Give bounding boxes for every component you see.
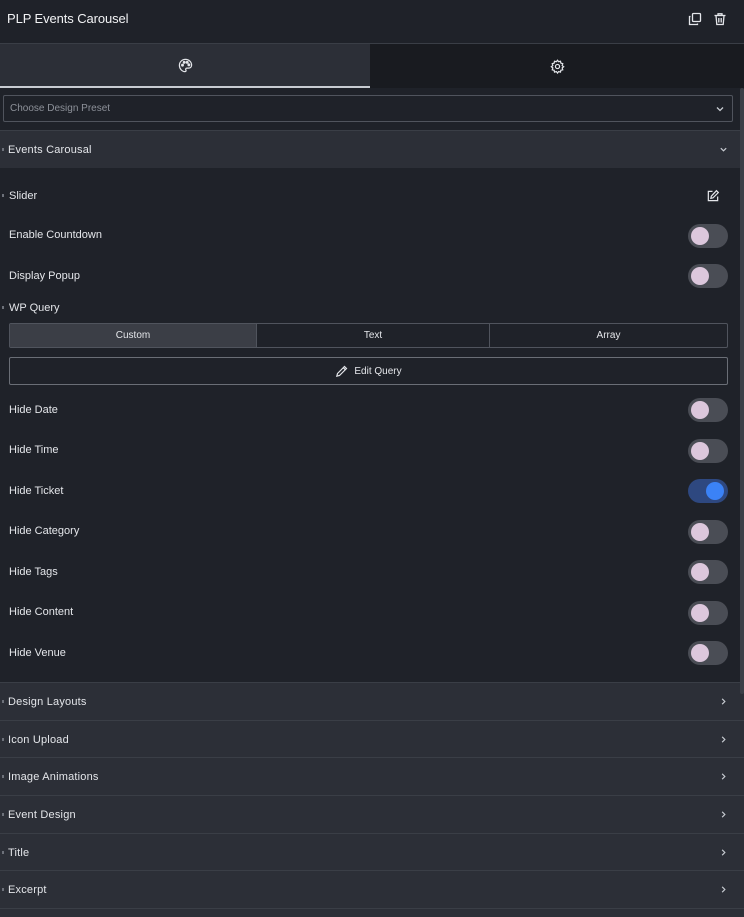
- toggle-knob: [691, 523, 709, 541]
- chevron-right-icon: [721, 773, 726, 780]
- toggle-label: Enable Countdown: [9, 229, 102, 241]
- section-label: Icon Upload: [8, 734, 69, 746]
- hide-category-toggle[interactable]: [688, 520, 728, 544]
- toggle-label: Display Popup: [9, 270, 80, 282]
- toggle-knob: [706, 482, 724, 500]
- section-label: Events Carousal: [8, 144, 92, 156]
- slider-label: Slider: [9, 190, 38, 202]
- section-design-layouts[interactable]: Design Layouts: [0, 682, 744, 720]
- panel-title: PLP Events Carousel: [7, 11, 129, 26]
- copy-icon[interactable]: [688, 12, 704, 28]
- gear-icon: [549, 58, 565, 74]
- section-marker: [2, 738, 4, 741]
- design-preset-select[interactable]: Choose Design Preset: [3, 95, 733, 122]
- section-marker: [2, 700, 4, 703]
- section-marker: [2, 851, 4, 854]
- palette-icon: [178, 58, 192, 72]
- hide-ticket-toggle[interactable]: [688, 479, 728, 503]
- query-mode-custom[interactable]: Custom: [10, 324, 257, 347]
- section-marker: [2, 775, 4, 778]
- display-popup-toggle[interactable]: [688, 264, 728, 288]
- hide-tags-toggle[interactable]: [688, 560, 728, 584]
- tab-style[interactable]: [0, 44, 370, 88]
- hide-date-toggle[interactable]: [688, 398, 728, 422]
- query-mode-segmented: Custom Text Array: [9, 323, 728, 348]
- toggle-label: Hide Venue: [9, 647, 66, 659]
- trash-icon[interactable]: [713, 12, 729, 28]
- toggle-knob: [691, 227, 709, 245]
- design-preset-placeholder: Choose Design Preset: [10, 103, 111, 114]
- pencil-icon: [336, 365, 348, 377]
- section-marker: [2, 813, 4, 816]
- chevron-down-icon: [716, 107, 724, 112]
- row-marker: [2, 306, 4, 309]
- toggle-knob: [691, 442, 709, 460]
- section-image-animations[interactable]: Image Animations: [0, 757, 744, 795]
- section-events-carousal[interactable]: Events Carousal: [0, 130, 744, 168]
- section-event-design[interactable]: Event Design: [0, 795, 744, 833]
- row-marker: [2, 194, 4, 197]
- section-excerpt[interactable]: Excerpt: [0, 870, 744, 908]
- chevron-down-icon: [720, 147, 727, 152]
- chevron-right-icon: [721, 736, 726, 743]
- section-label: Event Design: [8, 809, 76, 821]
- edit-slider-icon[interactable]: [706, 189, 721, 204]
- toggle-knob: [691, 563, 709, 581]
- panel-tabs: [0, 44, 744, 88]
- hide-time-toggle[interactable]: [688, 439, 728, 463]
- chevron-right-icon: [721, 698, 726, 705]
- toggle-knob: [691, 604, 709, 622]
- edit-query-label: Edit Query: [354, 365, 402, 377]
- toggle-label: Hide Content: [9, 606, 74, 618]
- query-mode-array[interactable]: Array: [490, 324, 727, 347]
- section-title[interactable]: Title: [0, 833, 744, 871]
- panel-header: PLP Events Carousel: [0, 0, 744, 44]
- section-label: Image Animations: [8, 771, 99, 783]
- chevron-right-icon: [721, 811, 726, 818]
- enable-countdown-toggle[interactable]: [688, 224, 728, 248]
- toggle-label: Hide Ticket: [9, 485, 64, 497]
- query-mode-text[interactable]: Text: [257, 324, 490, 347]
- toggle-knob: [691, 644, 709, 662]
- toggle-label: Hide Date: [9, 404, 58, 416]
- section-label: Title: [8, 847, 30, 859]
- panel-scrollbar[interactable]: [740, 88, 744, 694]
- chevron-right-icon: [721, 886, 726, 893]
- chevron-right-icon: [721, 849, 726, 856]
- section-label: Design Layouts: [8, 696, 87, 708]
- section-label: Excerpt: [8, 884, 47, 896]
- toggle-knob: [691, 267, 709, 285]
- toggle-label: Hide Category: [9, 525, 80, 537]
- toggle-knob: [691, 401, 709, 419]
- toggle-label: Hide Time: [9, 444, 59, 456]
- next-section-edge: [0, 908, 744, 917]
- section-marker: [2, 148, 4, 151]
- tab-settings[interactable]: [370, 44, 744, 88]
- toggle-label: Hide Tags: [9, 566, 58, 578]
- hide-venue-toggle[interactable]: [688, 641, 728, 665]
- hide-content-toggle[interactable]: [688, 601, 728, 625]
- section-marker: [2, 888, 4, 891]
- wp-query-label: WP Query: [9, 302, 60, 314]
- edit-query-button[interactable]: Edit Query: [9, 357, 728, 385]
- section-icon-upload[interactable]: Icon Upload: [0, 720, 744, 758]
